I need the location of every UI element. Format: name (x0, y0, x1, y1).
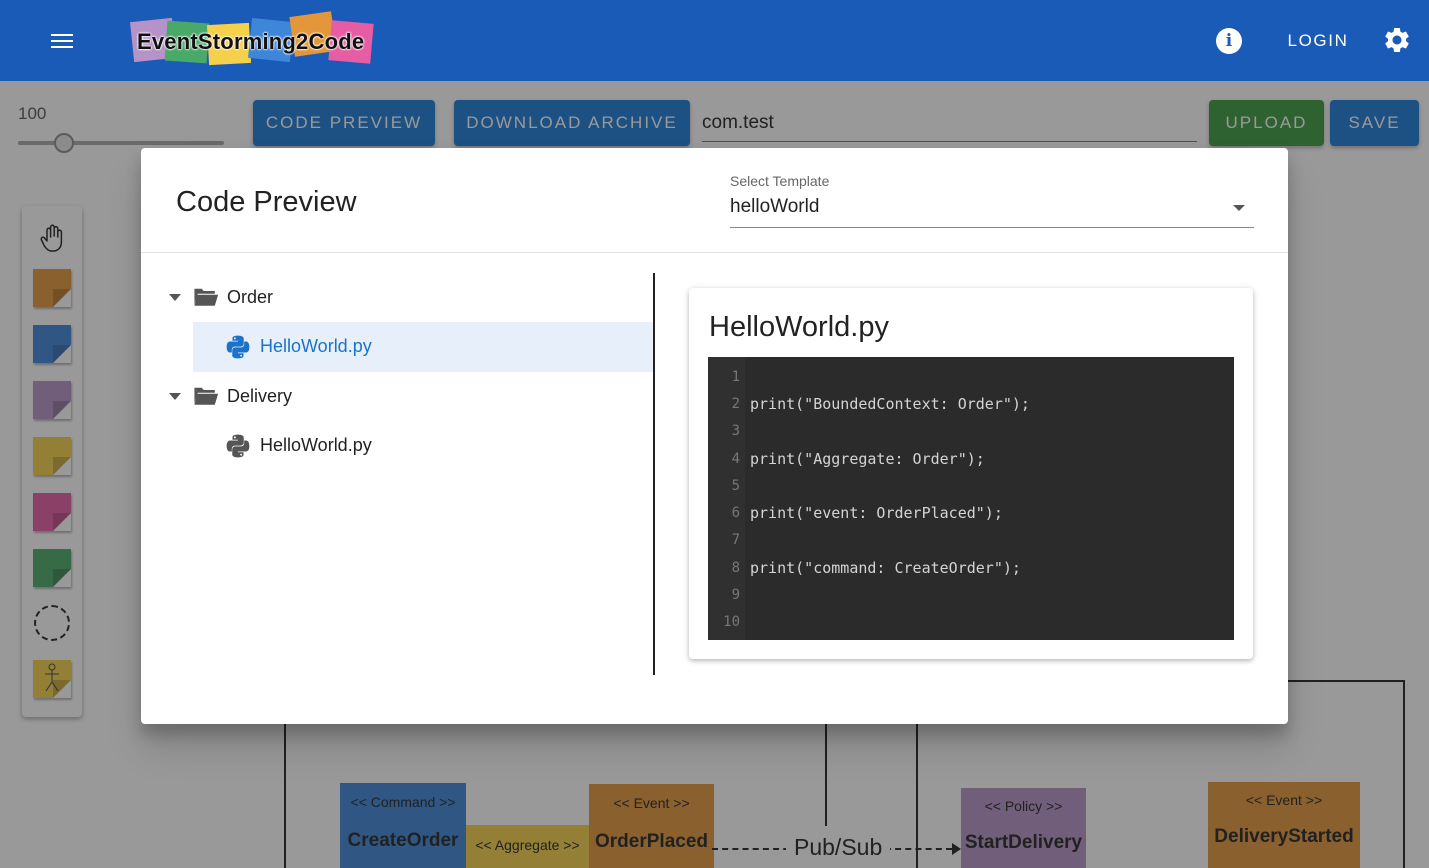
line-number: 10 (723, 614, 740, 630)
line-number-gutter: 1 2 3 4 5 6 7 8 9 10 (708, 357, 745, 640)
logo-text: EventStorming2Code (137, 29, 365, 54)
login-button[interactable]: LOGIN (1278, 26, 1358, 56)
code-preview-dialog: Code Preview Select Template helloWorld … (141, 148, 1288, 724)
chevron-down-icon (1233, 205, 1245, 211)
tree-file-label: HelloWorld.py (260, 336, 372, 356)
line-number: 5 (731, 478, 740, 494)
code-line: print("command: CreateOrder"); (750, 559, 1021, 577)
tree-folder-label: Order (227, 287, 274, 307)
app-bar: EventStorming2Code i LOGIN (0, 0, 1429, 81)
file-tree: Order HelloWorld.py Delivery HelloWorld.… (141, 273, 655, 675)
tree-file-order-helloworld[interactable]: HelloWorld.py (193, 322, 653, 372)
app-logo: EventStorming2Code (126, 11, 378, 68)
code-line: print("Aggregate: Order"); (750, 450, 985, 468)
template-select-value: helloWorld (730, 196, 820, 217)
template-select[interactable]: helloWorld (730, 192, 1254, 228)
python-icon (226, 335, 250, 359)
line-number: 1 (731, 369, 740, 385)
tree-folder-label: Delivery (227, 386, 293, 406)
code-line: print("BoundedContext: Order"); (750, 395, 1030, 413)
folder-open-icon (194, 387, 219, 405)
folder-open-icon (194, 288, 219, 306)
dialog-title: Code Preview (176, 186, 357, 218)
line-number: 8 (731, 560, 740, 576)
tree-folder-order[interactable]: Order (141, 273, 653, 323)
tree-file-delivery-helloworld[interactable]: HelloWorld.py (193, 421, 653, 471)
menu-icon[interactable] (40, 22, 84, 60)
code-editor[interactable]: 1 2 3 4 5 6 7 8 9 10 print("BoundedConte… (708, 357, 1234, 640)
info-icon[interactable]: i (1216, 28, 1242, 54)
collapse-toggle-icon[interactable] (169, 294, 181, 301)
line-number: 3 (731, 423, 740, 439)
code-line: print("event: OrderPlaced"); (750, 504, 1003, 522)
tree-folder-delivery[interactable]: Delivery (141, 372, 653, 422)
line-number: 9 (731, 587, 740, 603)
line-number: 4 (731, 451, 740, 467)
dialog-divider (141, 252, 1288, 253)
line-number: 7 (731, 532, 740, 548)
line-number: 2 (731, 396, 740, 412)
code-preview-card: HelloWorld.py 1 2 3 4 5 6 7 8 9 10 print… (689, 288, 1253, 659)
tree-file-label: HelloWorld.py (260, 435, 372, 455)
template-select-label: Select Template (730, 173, 830, 189)
line-number: 6 (731, 505, 740, 521)
preview-file-name: HelloWorld.py (709, 311, 889, 343)
collapse-toggle-icon[interactable] (169, 393, 181, 400)
gear-icon[interactable] (1382, 25, 1412, 55)
python-icon (226, 434, 250, 458)
